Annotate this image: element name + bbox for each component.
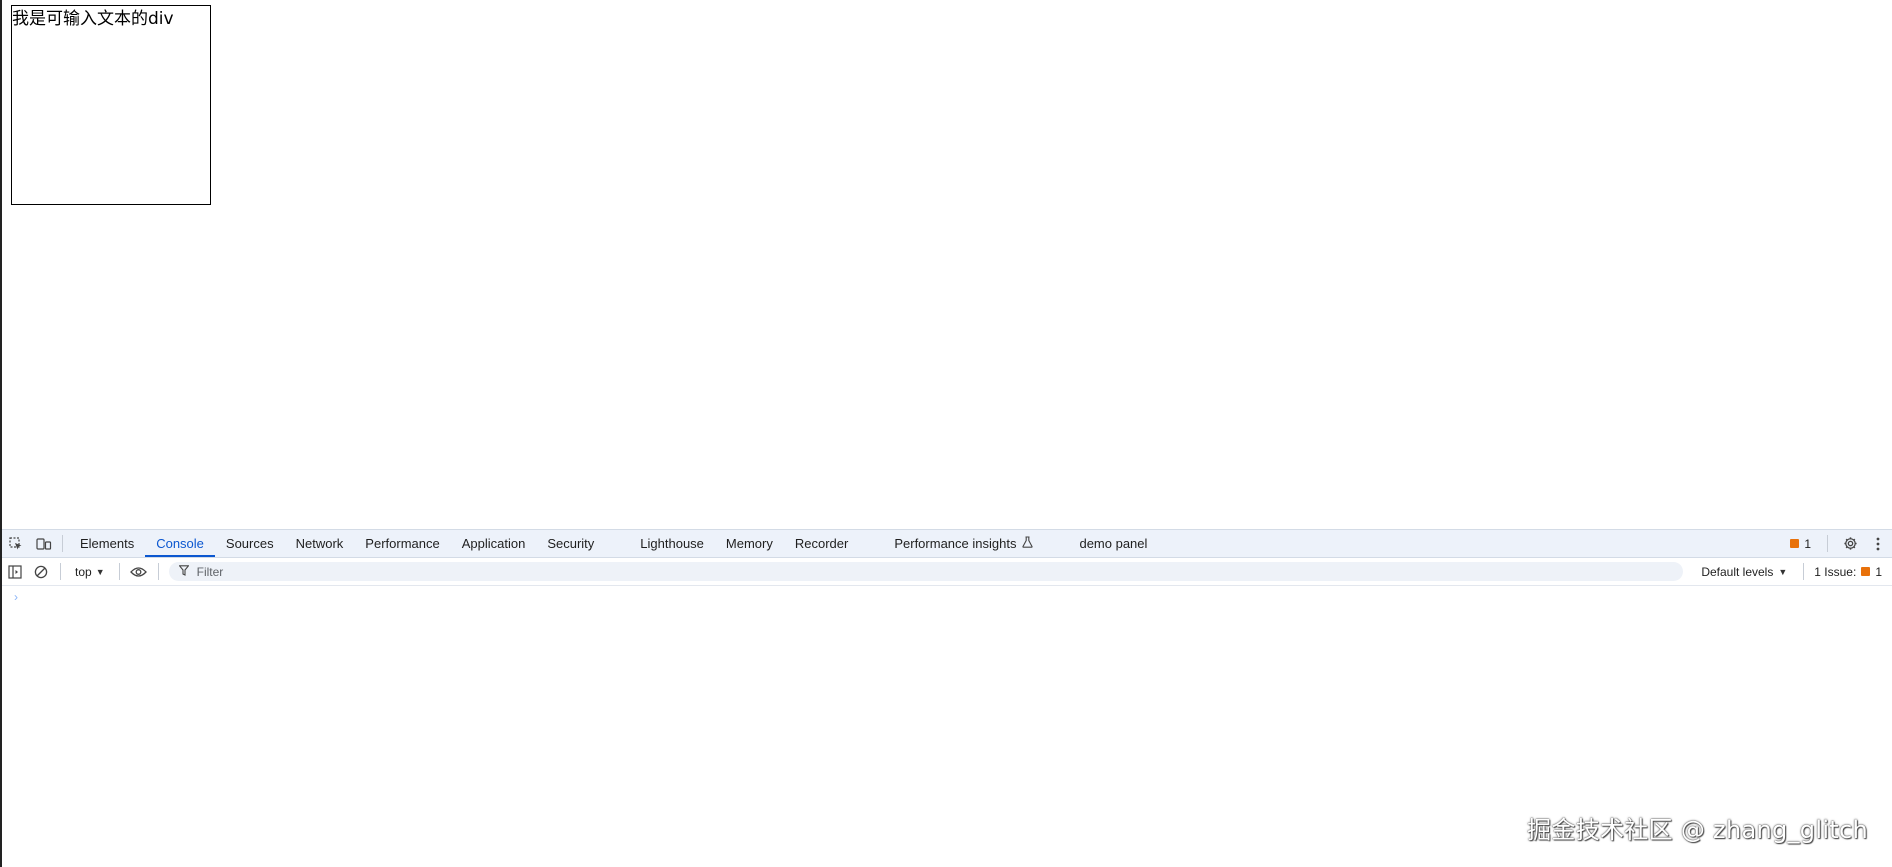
screen: 我是可输入文本的div Elements Console Sources Net…: [0, 0, 1892, 867]
gear-icon[interactable]: [1836, 530, 1864, 557]
watermark: 掘金技术社区 @ zhang_glitch: [1527, 816, 1868, 844]
devtools-tabs: Elements Console Sources Network Perform…: [69, 530, 1158, 557]
tabbar-divider: [62, 535, 63, 552]
editable-div[interactable]: 我是可输入文本的div: [11, 5, 211, 205]
context-selector[interactable]: top ▼: [67, 565, 113, 579]
log-levels-dropdown[interactable]: Default levels ▼: [1691, 565, 1797, 579]
tab-recorder[interactable]: Recorder: [784, 530, 859, 557]
tab-lighthouse[interactable]: Lighthouse: [629, 530, 715, 557]
page-viewport: 我是可输入文本的div: [2, 0, 1892, 529]
eye-icon[interactable]: [126, 558, 152, 585]
device-toggle-icon[interactable]: [30, 530, 58, 557]
tab-memory[interactable]: Memory: [715, 530, 784, 557]
chevron-down-icon: ▼: [1778, 566, 1788, 577]
devtools-tabbar: Elements Console Sources Network Perform…: [2, 530, 1892, 558]
chevron-down-icon: ▼: [95, 566, 105, 577]
filter-box: [168, 562, 1684, 581]
filter-input[interactable]: [194, 563, 1684, 580]
tab-security[interactable]: Security: [536, 530, 605, 557]
sidebar-toggle-icon[interactable]: [2, 558, 28, 585]
issue-flag-icon: [1790, 539, 1800, 548]
more-vertical-icon[interactable]: [1864, 530, 1892, 557]
tabbar-right: 1: [1782, 530, 1892, 557]
tab-performance[interactable]: Performance: [354, 530, 450, 557]
inspect-element-icon[interactable]: [2, 530, 30, 557]
issues-counter[interactable]: 1 Issue: 1: [1810, 565, 1892, 579]
tab-console[interactable]: Console: [145, 530, 215, 557]
tab-elements[interactable]: Elements: [69, 530, 145, 557]
clear-console-icon[interactable]: [28, 558, 54, 585]
console-toolbar: top ▼ Default levels ▼: [2, 558, 1892, 586]
filter-icon: [177, 564, 190, 579]
console-prompt: ›: [14, 590, 18, 604]
tab-performance-insights[interactable]: Performance insights: [883, 530, 1044, 557]
tab-application[interactable]: Application: [451, 530, 537, 557]
flask-icon: [1022, 536, 1034, 551]
issue-flag-icon: [1861, 567, 1871, 576]
tab-demo-panel[interactable]: demo panel: [1068, 530, 1158, 557]
tab-network[interactable]: Network: [285, 530, 355, 557]
tab-sources[interactable]: Sources: [215, 530, 285, 557]
issues-badge[interactable]: 1: [1782, 537, 1819, 551]
